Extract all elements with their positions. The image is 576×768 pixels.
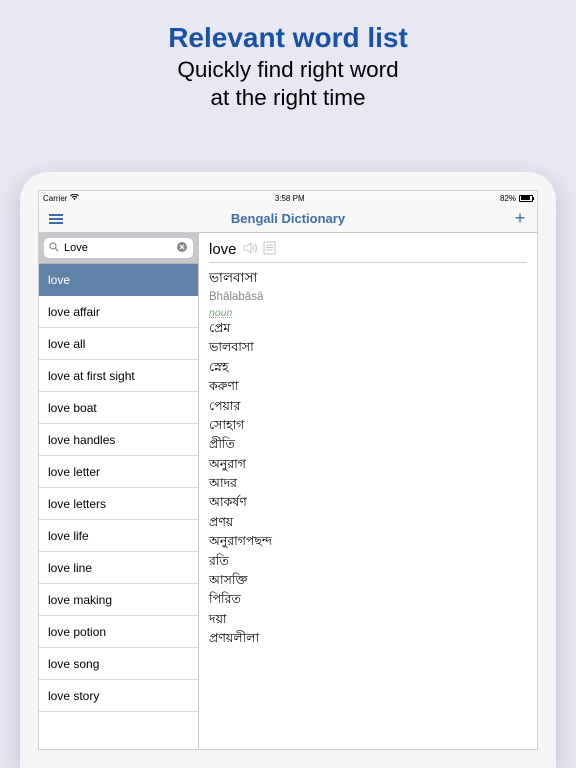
list-item[interactable]: love at first sight [39,360,198,392]
detail-pane: love ভালবাসা Bhālabāsā noun প্রেমভালবাসা… [199,233,537,749]
translation-item: প্রীতি [209,435,527,454]
carrier-label: Carrier [43,194,67,203]
list-item[interactable]: love boat [39,392,198,424]
sidebar: lovelove affairlove alllove at first sig… [39,233,199,749]
translation-item: আসক্তি [209,571,527,590]
transliteration: Bhālabāsā [209,291,527,303]
menu-button[interactable] [47,208,65,229]
list-item[interactable]: love handles [39,424,198,456]
list-item[interactable]: love letters [39,488,198,520]
translation-item: পেয়ার [209,397,527,416]
clear-icon[interactable] [176,241,188,256]
status-bar: Carrier 3:58 PM 82% [39,191,537,205]
document-icon[interactable] [263,241,276,258]
translation-item: অনুরাগ [209,455,527,474]
translation-item: আকর্ষণ [209,493,527,512]
list-item[interactable]: love line [39,552,198,584]
translation-item: সোহাগ [209,416,527,435]
headword: love [209,241,237,258]
list-item[interactable]: love [39,264,198,296]
promo-subtitle: Quickly find right word at the right tim… [20,56,556,112]
wifi-icon [70,194,79,203]
search-bar [39,233,198,264]
list-item[interactable]: love making [39,584,198,616]
add-button[interactable]: + [511,208,529,229]
speaker-icon[interactable] [243,241,259,258]
battery-icon [519,195,533,202]
list-item[interactable]: love letter [39,456,198,488]
translation-item: স্নেহ [209,358,527,377]
translation-item: প্রেম [209,319,527,338]
divider [209,262,527,263]
translation-item: পিরিত [209,590,527,609]
promo-header: Relevant word list Quickly find right wo… [0,0,576,126]
translation-item: আদর [209,474,527,493]
part-of-speech: noun [209,307,527,319]
translation-list: প্রেমভালবাসাস্নেহকরুণাপেয়ারসোহাগপ্রীতিঅ… [209,319,527,648]
word-list[interactable]: lovelove affairlove alllove at first sig… [39,264,198,749]
translation-item: করুণা [209,377,527,396]
hamburger-icon [49,214,63,224]
list-item[interactable]: love potion [39,616,198,648]
device-screen: Carrier 3:58 PM 82% Bengali Dictionary + [38,190,538,750]
nav-bar: Bengali Dictionary + [39,205,537,233]
battery-percent: 82% [500,194,516,203]
translation-item: প্রণয় [209,513,527,532]
search-input[interactable] [64,242,171,254]
promo-title: Relevant word list [20,22,556,54]
list-item[interactable]: love story [39,680,198,712]
list-item[interactable]: love affair [39,296,198,328]
list-item[interactable]: love all [39,328,198,360]
search-icon [49,242,59,255]
list-item[interactable]: love song [39,648,198,680]
translation-item: রতি [209,552,527,571]
translation-item: দয়া [209,610,527,629]
translation-item: প্রণয়লীলা [209,629,527,648]
clock-label: 3:58 PM [275,194,305,203]
translation-item: অনুরাগপছন্দ [209,532,527,551]
translation-item: ভালবাসা [209,338,527,357]
list-item[interactable]: love life [39,520,198,552]
device-frame: Carrier 3:58 PM 82% Bengali Dictionary + [20,172,556,768]
main-translation: ভালবাসা [209,267,527,290]
app-title: Bengali Dictionary [231,211,345,226]
